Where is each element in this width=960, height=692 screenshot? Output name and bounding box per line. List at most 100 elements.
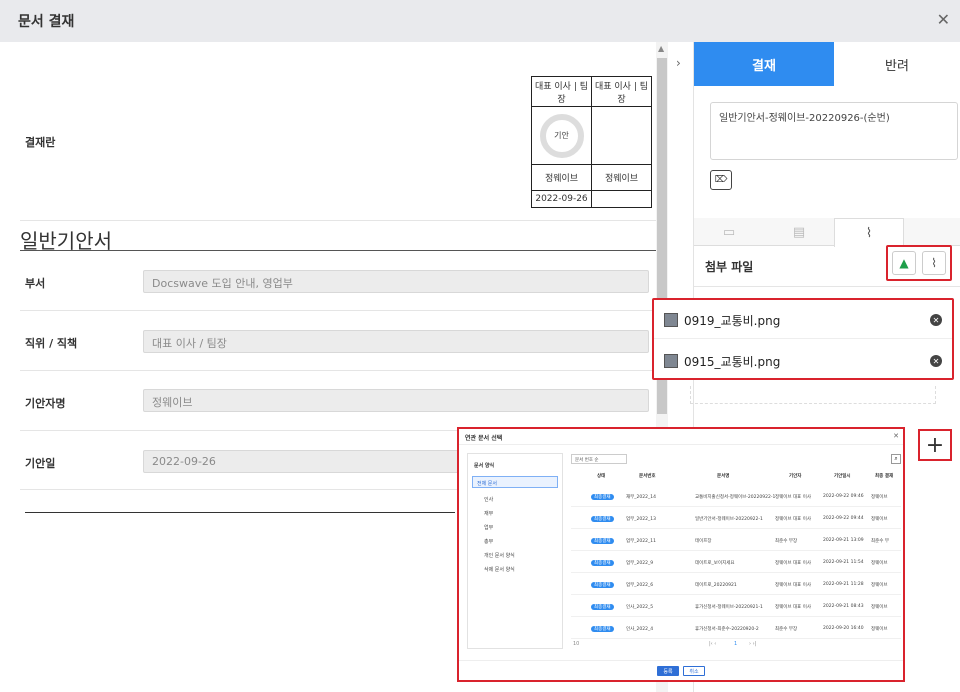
paperclip-icon[interactable]: ⌇: [922, 251, 946, 275]
approval-header-1: 대표 이사 | 팀장: [531, 76, 592, 107]
doc-drafter: 정웨이브 대표 이사: [775, 605, 811, 610]
pager-prev-icon[interactable]: |‹ ‹: [709, 641, 716, 647]
close-icon[interactable]: ✕: [937, 10, 950, 29]
doc-drafter: 정웨이브 대표 이사: [775, 583, 811, 588]
status-badge: 최종결재: [591, 626, 614, 632]
modal-sidebar: 문서 양식 전체 문서 인사 재무 업무 총무 개인 문서 양식 삭제 문서 양…: [467, 453, 563, 649]
sidebar-item[interactable]: 개인 문서 양식: [484, 552, 515, 559]
pager-current[interactable]: 1: [734, 641, 737, 647]
window-header: 문서 결재 ✕: [0, 0, 960, 42]
title-underline: [20, 250, 656, 251]
remove-file-icon[interactable]: ✕: [930, 314, 942, 326]
col-no: 문서번호: [639, 474, 656, 479]
image-file-icon: [664, 354, 678, 368]
table-row[interactable]: 최종결재 업무_2022_9 데이트로_보이지세요 정웨이브 대표 이사 202…: [571, 553, 901, 573]
tab-attachment-icon[interactable]: ⌇: [834, 218, 904, 247]
status-badge: 최종결재: [591, 538, 614, 544]
doc-no: 인사_2022_5: [626, 605, 654, 610]
file-item[interactable]: 0919_교통비.png: [664, 310, 780, 330]
doc-final: 정웨이브: [871, 517, 888, 522]
approval-stamp-cell-empty: [591, 106, 652, 165]
doc-final: 정웨이브: [871, 583, 888, 588]
chevron-right-icon[interactable]: ›: [676, 56, 681, 70]
doc-date: 2022-09-21 11:28: [823, 582, 864, 587]
approval-stamp: 기안: [539, 113, 584, 158]
doc-name: 데이트로_보이지세요: [695, 561, 735, 566]
doc-final: 정웨이브: [871, 605, 888, 610]
doc-date: 2022-09-22 09:44: [823, 516, 864, 521]
tab-reject[interactable]: 반려: [834, 42, 960, 86]
doc-no: 인사_2022_4: [626, 627, 654, 632]
file-list-highlight: 0919_교통비.png ✕ 0915_교통비.png ✕: [652, 298, 954, 380]
approval-label: 결재란: [25, 136, 56, 149]
cancel-button[interactable]: 취소: [683, 666, 705, 676]
divider: [654, 338, 952, 339]
field-label-date: 기안일: [25, 457, 56, 470]
col-final: 최종 결재: [875, 474, 894, 479]
doc-final: 최준수 부: [871, 539, 889, 544]
remove-file-icon[interactable]: ✕: [930, 355, 942, 367]
table-row[interactable]: 최종결재 업무_2022_6 데이트로_20220921 정웨이브 대표 이사 …: [571, 575, 901, 595]
status-badge: 최종결재: [591, 560, 614, 566]
col-drafter: 기안자: [789, 474, 802, 479]
sidebar-item-all[interactable]: 전체 문서: [472, 476, 558, 488]
doc-name: 데이트로_20220921: [695, 583, 737, 588]
doc-no: 업무_2022_11: [626, 539, 656, 544]
approval-date-1: 2022-09-26: [531, 190, 592, 208]
doc-date: 2022-09-21 11:54: [823, 560, 864, 565]
col-date: 기안일시: [834, 474, 851, 479]
google-drive-icon[interactable]: ▲: [892, 251, 916, 275]
add-related-doc-button[interactable]: +: [918, 429, 952, 461]
doc-name: 테이프장: [695, 539, 712, 544]
table-row[interactable]: 최종결재 업무_2022_13 일반기안서-정웨이브-20220922-1 정웨…: [571, 509, 901, 529]
file-item[interactable]: 0915_교통비.png: [664, 351, 780, 371]
table-row[interactable]: 최종결재 인사_2022_4 휴가신청서-최준수-20220920-2 최준수 …: [571, 619, 901, 639]
plus-icon: +: [925, 432, 945, 458]
divider: [20, 310, 656, 311]
field-position: 대표 이사 / 팀장: [143, 330, 649, 353]
tag-icon[interactable]: ⌦: [710, 170, 732, 190]
field-dept: Docswave 도입 안내, 영업부: [143, 270, 649, 293]
register-button[interactable]: 등록: [657, 666, 679, 676]
tab-history-icon[interactable]: ▭: [694, 218, 764, 246]
approval-name-1: 정웨이브: [531, 164, 592, 191]
scroll-up-icon[interactable]: ▲: [658, 44, 664, 53]
doc-drafter: 최준수 부장: [775, 539, 798, 544]
approval-header-2: 대표 이사 | 팀장: [591, 76, 652, 107]
doc-name-input[interactable]: 일반기안서-정웨이브-20220926-(순번): [710, 102, 958, 160]
sidebar-item[interactable]: 삭제 문서 양식: [484, 566, 515, 573]
doc-date: 2022-09-22 09:46: [823, 494, 864, 499]
doc-no: 업무_2022_6: [626, 583, 654, 588]
pager-next-icon[interactable]: › ›|: [749, 641, 756, 647]
doc-drafter: 정웨이브 대표 이사: [775, 495, 811, 500]
close-icon[interactable]: ✕: [893, 432, 899, 440]
field-label-dept: 부서: [25, 277, 46, 290]
table-row[interactable]: 최종결재 업무_2022_11 테이프장 최준수 부장 2022-09-21 1…: [571, 531, 901, 551]
page-size-select[interactable]: 10: [573, 641, 579, 647]
dropzone: [690, 386, 936, 404]
tab-approve[interactable]: 결재: [694, 42, 834, 86]
file-name: 0915_교통비.png: [684, 354, 781, 369]
tab-comment-icon[interactable]: ▤: [764, 218, 834, 246]
table-row[interactable]: 최종결재 재무_2022_14 교통비지출신청서-정웨이브-20220922-1…: [571, 487, 901, 507]
table-row[interactable]: 최종결재 인사_2022_5 휴가신청서-정웨이브-20220921-1 정웨이…: [571, 597, 901, 617]
doc-name: 일반기안서-정웨이브-20220922-1: [695, 517, 763, 522]
sidebar-item[interactable]: 총무: [484, 538, 493, 545]
search-icon[interactable]: ⌕: [891, 454, 901, 464]
window-title: 문서 결재: [18, 14, 75, 30]
status-badge: 최종결재: [591, 516, 614, 522]
modal-footer: 등록 취소: [459, 660, 903, 680]
doc-date: 2022-09-21 08:43: [823, 604, 864, 609]
doc-final: 정웨이브: [871, 627, 888, 632]
image-file-icon: [664, 313, 678, 327]
attach-actions-highlight: ▲ ⌇: [886, 245, 952, 281]
sort-select[interactable]: 문서 번호 순: [571, 454, 627, 464]
divider: [20, 220, 656, 221]
sidebar-item[interactable]: 인사: [484, 496, 493, 503]
sidebar-item[interactable]: 업무: [484, 524, 493, 531]
modal-title: 연관 문서 선택: [459, 429, 903, 445]
status-badge: 최종결재: [591, 604, 614, 610]
sidebar-item[interactable]: 재무: [484, 510, 493, 517]
doc-drafter: 정웨이브 대표 이사: [775, 561, 811, 566]
section-line: [25, 512, 455, 513]
